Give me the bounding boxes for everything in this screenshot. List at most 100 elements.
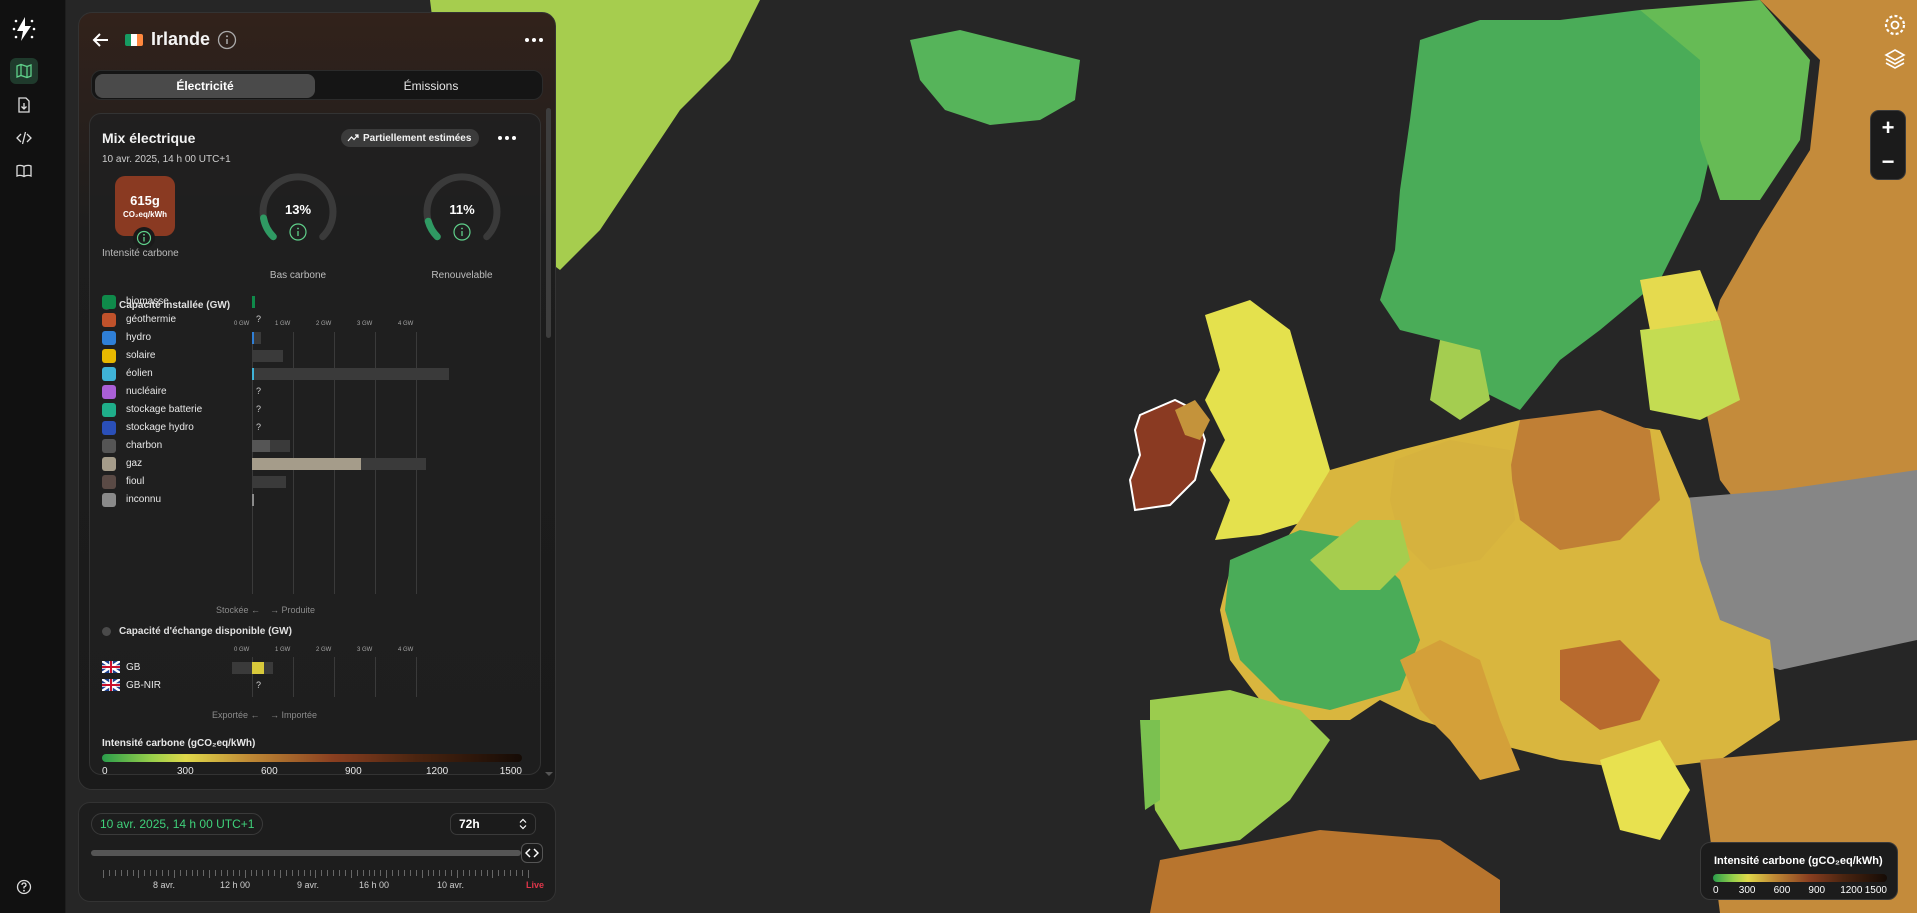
source-label: hydro [126, 332, 152, 343]
time-tick [527, 870, 529, 878]
help-icon[interactable] [10, 874, 38, 900]
source-row[interactable]: gaz [102, 456, 532, 472]
legend-title: Intensité carbone (gCO₂eq/kWh) [102, 738, 256, 749]
exchange-import-bar [252, 662, 265, 674]
more-options-icon[interactable] [519, 28, 549, 52]
source-row[interactable]: solaire? [102, 348, 532, 364]
source-label: éolien [126, 368, 153, 379]
low-carbon-info-icon[interactable] [288, 222, 308, 247]
time-range-select[interactable]: 72h [450, 813, 536, 835]
source-row[interactable]: charbon [102, 438, 532, 454]
exchange-label: GB [126, 662, 141, 673]
source-label: charbon [126, 440, 163, 451]
time-controller: 10 avr. 2025, 14 h 00 UTC+1 72h 8 avr. 1… [78, 802, 556, 902]
source-color-icon [102, 367, 116, 381]
time-tick [457, 870, 458, 878]
time-tick [132, 870, 134, 876]
map-icon[interactable] [10, 58, 38, 84]
time-tick [268, 870, 270, 876]
produced-footer: → Produite [270, 605, 315, 615]
back-arrow-icon[interactable] [87, 27, 115, 53]
exchange-row[interactable]: GB [102, 660, 532, 676]
time-tick [350, 870, 352, 878]
legend-tick-label: 0 [102, 766, 108, 777]
scroll-down-icon[interactable] [544, 764, 554, 782]
logo-icon[interactable] [10, 14, 38, 44]
info-icon[interactable] [217, 30, 237, 50]
download-icon[interactable] [10, 92, 38, 118]
live-label[interactable]: Live [526, 880, 544, 890]
exchange-row[interactable]: GB-NIR? [102, 678, 532, 694]
exchange-title: Capacité d'échange disponible (GW) [119, 626, 292, 637]
time-tick [398, 870, 399, 876]
layers-icon[interactable] [1880, 44, 1910, 74]
source-row[interactable]: hydro [102, 330, 532, 346]
source-row[interactable]: biomasse [102, 294, 532, 310]
arrow-right-icon: → [270, 605, 279, 615]
tab-emissions[interactable]: Émissions [321, 74, 541, 98]
toggle-dot-icon [102, 627, 111, 636]
arrow-left-icon: ← [251, 605, 261, 615]
estimated-badge[interactable]: Partiellement estimées [341, 129, 480, 147]
source-color-icon [102, 295, 116, 309]
flag-icon [125, 34, 143, 46]
time-tick [285, 870, 287, 876]
time-tick [221, 870, 222, 876]
time-tick [309, 870, 311, 876]
time-tick [392, 870, 394, 876]
axis-tick-label: 2 GW [316, 647, 332, 653]
code-icon[interactable] [10, 125, 38, 151]
source-row[interactable]: éolien [102, 366, 532, 382]
carbon-intensity-label: Intensité carbone [102, 248, 179, 259]
unknown-value: ? [256, 314, 262, 324]
panel-scrollbar[interactable] [546, 108, 551, 338]
time-slider-handle[interactable] [521, 843, 543, 863]
exported-footer: Exportée ← [212, 710, 260, 720]
source-row[interactable]: nucléaire? [102, 384, 532, 400]
time-tick [262, 870, 264, 876]
tab-switcher: Électricité Émissions [91, 70, 543, 100]
settings-gear-icon[interactable] [1880, 10, 1910, 40]
mix-datetime: 10 avr. 2025, 14 h 00 UTC+1 [102, 154, 231, 165]
time-tick [409, 870, 411, 876]
source-row[interactable]: géothermie? [102, 312, 532, 328]
book-icon[interactable] [10, 158, 38, 184]
exchange-section-header[interactable]: Capacité d'échange disponible (GW) [102, 626, 292, 637]
exported-label: Exportée [212, 710, 249, 720]
time-tick [468, 870, 470, 876]
zoom-in-button[interactable]: + [1871, 111, 1905, 145]
time-date-pill[interactable]: 10 avr. 2025, 14 h 00 UTC+1 [91, 813, 264, 835]
time-tick [203, 870, 205, 876]
source-color-icon [102, 385, 116, 399]
time-tick [521, 870, 523, 876]
low-carbon-gauge-fill [260, 214, 277, 241]
source-row[interactable]: stockage hydro? [102, 420, 532, 436]
carbon-intensity-info-icon[interactable] [133, 227, 155, 249]
unknown-value: ? [256, 422, 262, 432]
tick-label: 9 avr. [297, 880, 320, 890]
time-tick [374, 870, 376, 876]
mix-more-icon[interactable] [494, 128, 520, 148]
time-tick [486, 870, 488, 876]
source-color-icon [102, 493, 116, 507]
source-row[interactable]: inconnu [102, 492, 532, 508]
imported-label: Importée [281, 710, 318, 720]
legend-tick-label: 600 [261, 766, 278, 777]
production-bar [252, 368, 254, 380]
tab-electricity[interactable]: Électricité [95, 74, 315, 98]
updown-chevron-icon [519, 818, 527, 830]
renewable-info-icon[interactable] [452, 222, 472, 247]
source-row[interactable]: fioul [102, 474, 532, 490]
time-tick [156, 870, 158, 876]
tick-label: 12 h 00 [220, 880, 251, 890]
production-bar [252, 440, 271, 452]
zoom-out-button[interactable]: − [1871, 145, 1905, 179]
time-slider-track[interactable] [91, 850, 521, 856]
estimated-label: Partiellement estimées [363, 132, 472, 144]
legend-tick-label: 900 [345, 766, 362, 777]
time-tick [167, 870, 169, 876]
source-row[interactable]: stockage batterie? [102, 402, 532, 418]
time-tick [439, 870, 441, 876]
legend-ticks: 0 300 600 900 1200 1500 [102, 766, 522, 778]
time-tick [339, 870, 340, 876]
